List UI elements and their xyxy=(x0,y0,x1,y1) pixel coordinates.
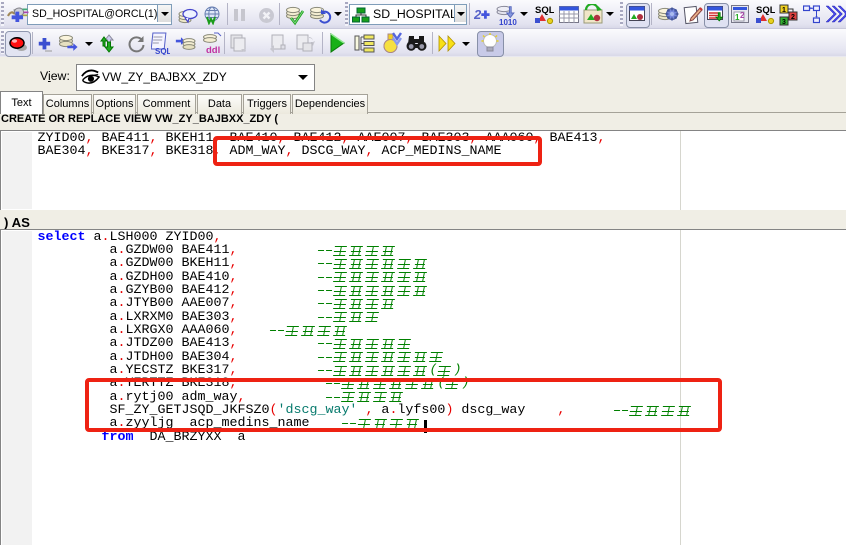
svg-text:1: 1 xyxy=(782,7,786,14)
svg-text:2: 2 xyxy=(791,14,795,21)
svg-text:SQL: SQL xyxy=(756,5,775,16)
svg-text:1010: 1010 xyxy=(499,18,517,26)
svg-text:2: 2 xyxy=(474,7,482,22)
svg-text:2: 2 xyxy=(740,11,745,20)
svg-text:SQL: SQL xyxy=(535,5,554,16)
svg-text:3: 3 xyxy=(782,19,786,26)
svg-text:SQL: SQL xyxy=(155,47,170,55)
svg-text:ddl: ddl xyxy=(206,45,220,55)
